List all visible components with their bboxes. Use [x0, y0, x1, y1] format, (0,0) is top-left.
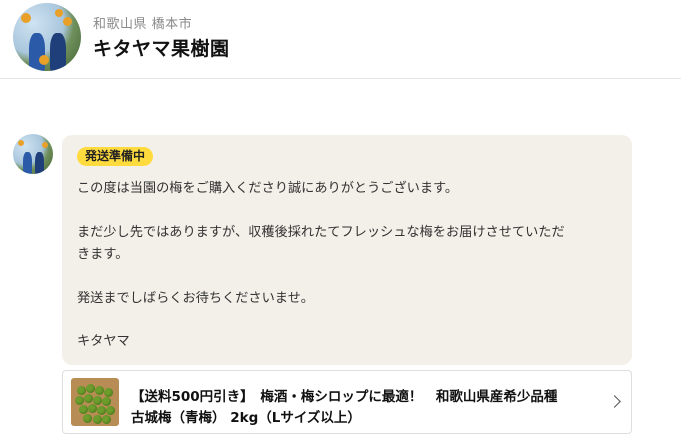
shop-name[interactable]: キタヤマ果樹園	[93, 34, 230, 61]
sender-avatar[interactable]	[13, 134, 53, 174]
shop-header: 和歌山県 橋本市 キタヤマ果樹園	[0, 0, 681, 79]
product-title-line2: 古城梅（青梅） 2kg（Lサイズ以上）	[131, 410, 361, 426]
message-line: 発送までしばらくお待ちくださいませ。	[77, 291, 314, 306]
chevron-right-icon	[608, 395, 621, 408]
product-title-line1: 【送料500円引き】 梅酒・梅シロップに最適！ 和歌山県産希少品種	[131, 389, 558, 405]
status-badge: 発送準備中	[77, 147, 154, 166]
message-bubble: 発送準備中 この度は当園の梅をご購入くださり誠にありがとうございます。 まだ少し…	[62, 135, 632, 365]
message-line: この度は当園の梅をご購入くださり誠にありがとうございます。	[77, 181, 459, 196]
product-thumbnail	[71, 378, 119, 426]
message-line: きます。	[77, 247, 129, 262]
shop-location: 和歌山県 橋本市	[93, 17, 193, 32]
message-signature: キタヤマ	[77, 334, 130, 349]
product-card[interactable]: 【送料500円引き】 梅酒・梅シロップに最適！ 和歌山県産希少品種 古城梅（青梅…	[62, 370, 632, 434]
message-line: まだ少し先ではありますが、収穫後採れたてフレッシュな梅をお届けさせていただ	[77, 225, 565, 240]
shop-avatar[interactable]	[13, 3, 81, 71]
